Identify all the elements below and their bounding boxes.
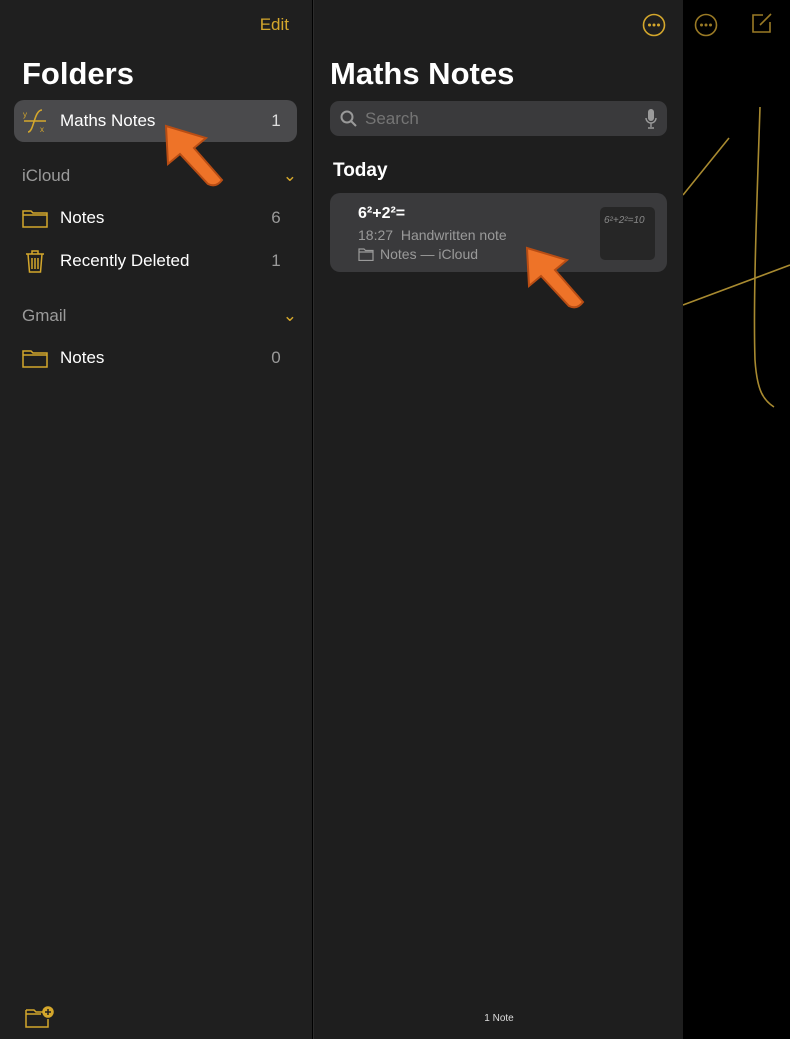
trash-icon: [22, 249, 52, 273]
notes-list-pane: Maths Notes Today 6²+2²= 18:27 Handwritt…: [313, 0, 683, 1039]
note-folder-label: Notes — iCloud: [380, 246, 479, 262]
section-label: iCloud: [22, 166, 71, 185]
search-input[interactable]: [365, 108, 645, 129]
chevron-down-icon[interactable]: ⌄: [283, 306, 297, 326]
note-list-item[interactable]: 6²+2²= 18:27 Handwritten note Notes — iC…: [330, 193, 667, 272]
note-type: Handwritten note: [400, 227, 507, 243]
note-meta: 18:27 Handwritten note: [358, 227, 507, 243]
folder-icon: [358, 247, 374, 261]
svg-text:y: y: [23, 110, 27, 119]
ellipsis-circle-icon: [642, 13, 666, 37]
microphone-icon[interactable]: [645, 108, 657, 129]
chevron-down-icon[interactable]: ⌄: [283, 166, 297, 186]
folder-recently-deleted[interactable]: Recently Deleted 1: [14, 240, 297, 282]
list-title: Maths Notes: [330, 56, 515, 91]
folder-icon: [22, 348, 52, 368]
folder-icon: [22, 208, 52, 228]
note-folder: Notes — iCloud: [358, 246, 478, 262]
note-time: 18:27: [358, 227, 394, 243]
section-label: Gmail: [22, 306, 67, 325]
folder-gmail-notes[interactable]: Notes 0: [14, 337, 297, 379]
handwriting-strokes: [683, 106, 790, 408]
note-thumbnail: 6²+2²=10: [600, 207, 655, 260]
folder-count: 1: [271, 111, 281, 130]
folder-count: 6: [271, 208, 281, 227]
note-canvas[interactable]: [683, 0, 790, 1039]
folder-label: Notes: [60, 348, 105, 367]
folder-count: 0: [271, 348, 281, 367]
math-function-icon: yx: [22, 108, 52, 134]
page-title: Folders: [22, 56, 134, 91]
search-icon: [340, 110, 357, 127]
folder-icloud-notes[interactable]: Notes 6: [14, 197, 297, 239]
folder-label: Notes: [60, 208, 105, 227]
folder-label: Recently Deleted: [60, 251, 190, 270]
note-count: 1 Note: [484, 1013, 514, 1024]
section-header-today: Today: [333, 160, 388, 181]
new-folder-button[interactable]: [25, 1006, 55, 1033]
new-folder-icon: [25, 1006, 54, 1028]
edit-button[interactable]: Edit: [260, 15, 289, 35]
gmail-section-header[interactable]: Gmail ⌄: [22, 306, 297, 326]
folder-count: 1: [271, 251, 281, 270]
note-title: 6²+2²=: [358, 205, 406, 222]
search-field[interactable]: [330, 101, 667, 136]
folder-label: Maths Notes: [60, 111, 156, 130]
svg-text:x: x: [40, 125, 44, 134]
icloud-section-header[interactable]: iCloud ⌄: [22, 166, 297, 186]
folders-sidebar: Edit Folders yx Maths Notes 1 iCloud ⌄ No…: [0, 0, 312, 1039]
more-options-button[interactable]: [642, 13, 666, 42]
folder-maths-notes[interactable]: yx Maths Notes 1: [14, 100, 297, 142]
